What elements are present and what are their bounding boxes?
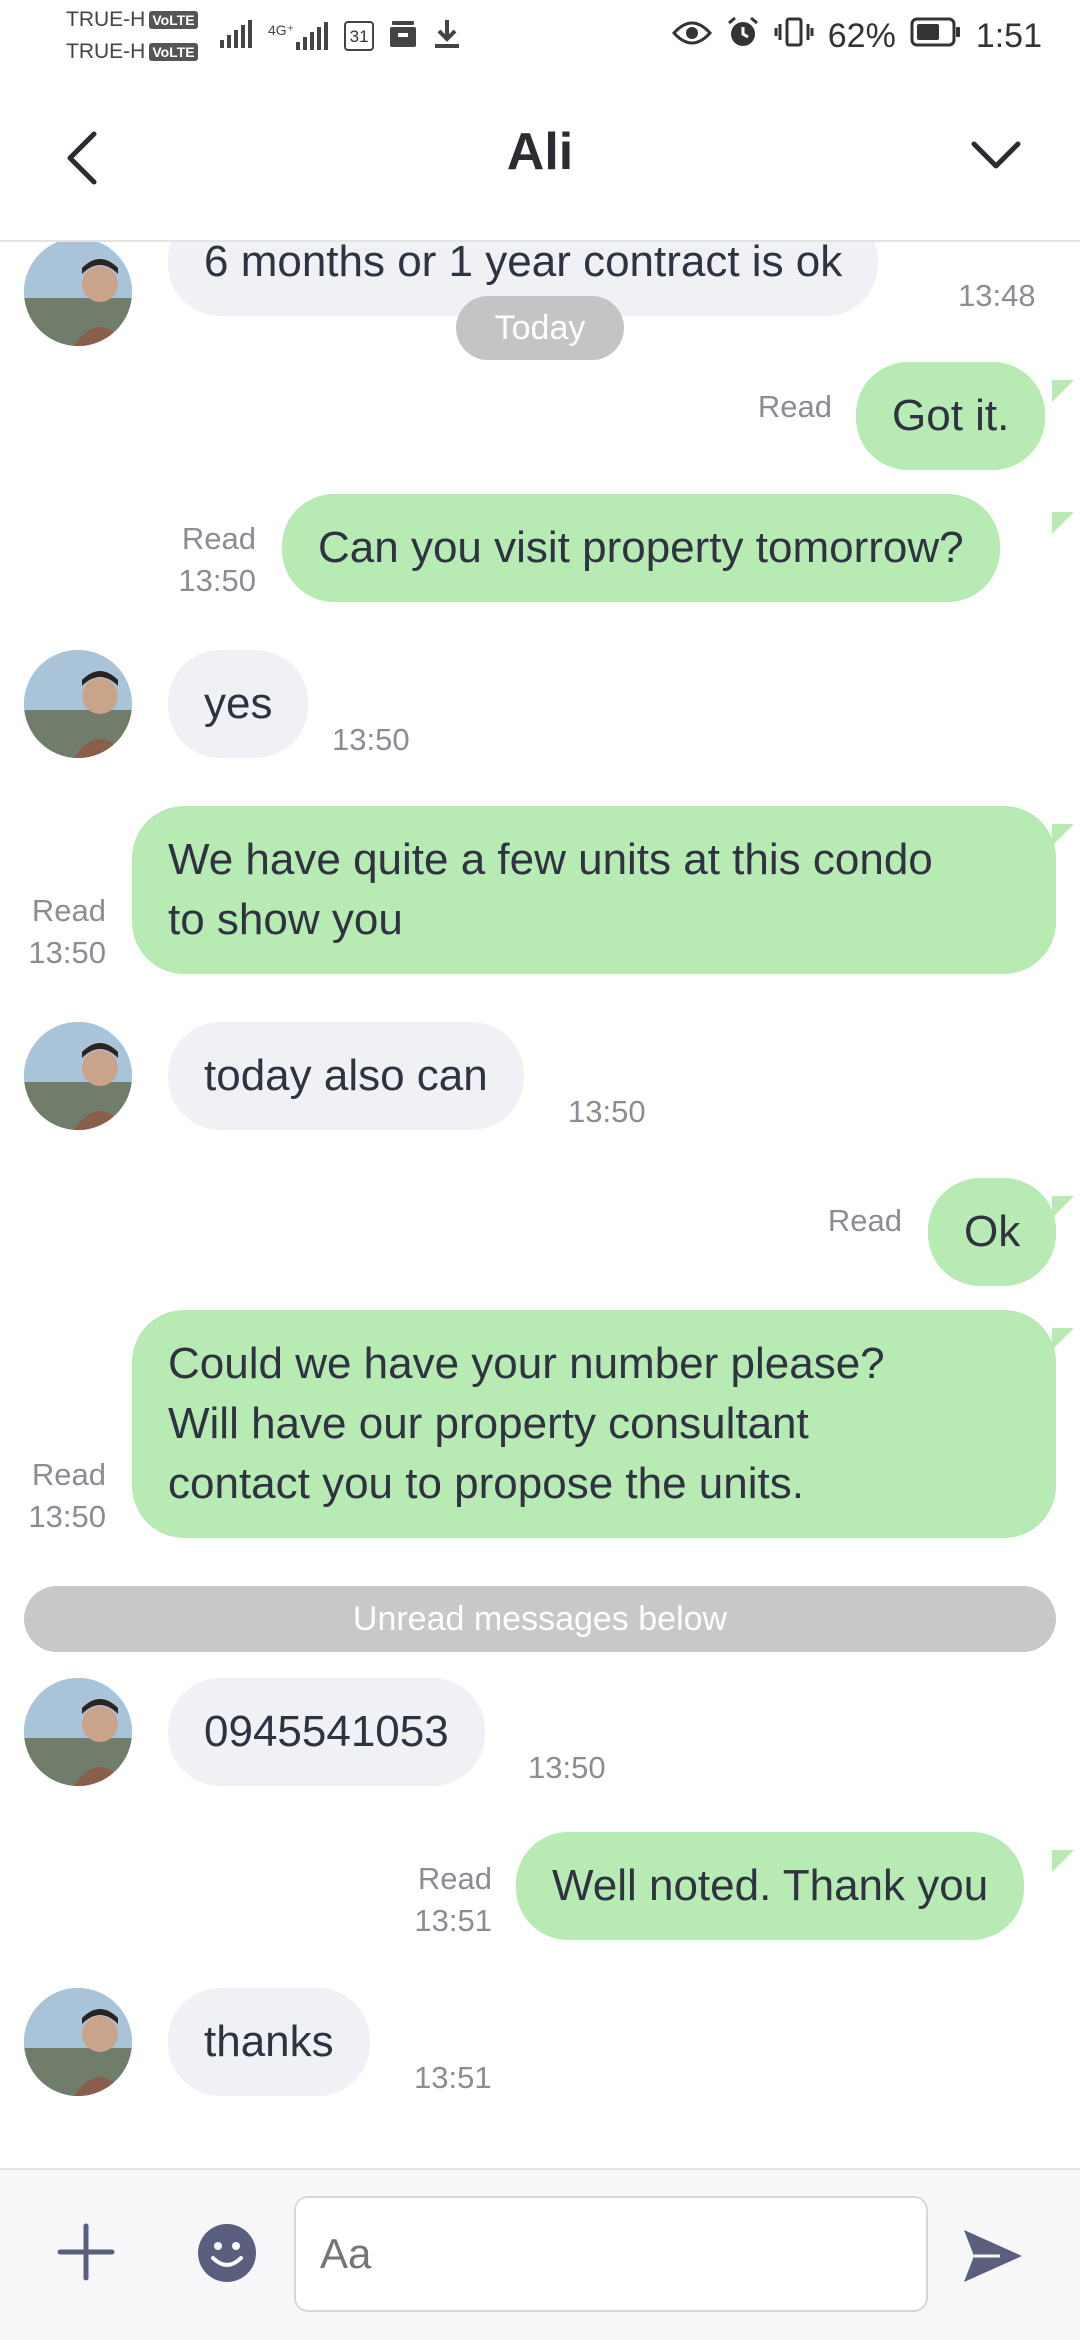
emoji-button[interactable] bbox=[196, 2222, 258, 2284]
chevron-down-icon bbox=[971, 141, 1021, 169]
avatar-photo bbox=[24, 650, 132, 758]
clock: 1:51 bbox=[975, 16, 1042, 55]
avatar-photo bbox=[24, 242, 132, 346]
read-receipt: Read 13:51 bbox=[414, 1861, 492, 1938]
alarm-icon bbox=[726, 15, 760, 58]
avatar[interactable] bbox=[24, 650, 132, 758]
status-icons-left: 4G⁺ 31 bbox=[220, 14, 462, 58]
send-icon bbox=[964, 2230, 1022, 2282]
avatar[interactable] bbox=[24, 1988, 132, 2096]
bubble-tail bbox=[1052, 1328, 1074, 1350]
collapse-button[interactable] bbox=[968, 134, 1024, 174]
network-4g-icon: 4G⁺ bbox=[268, 22, 330, 50]
read-receipt: Read 13:50 bbox=[178, 521, 256, 598]
signal-icon bbox=[220, 19, 254, 53]
message-time: 13:50 bbox=[332, 722, 410, 757]
eye-icon bbox=[671, 17, 712, 56]
emoji-icon bbox=[198, 2224, 256, 2282]
read-receipt: Read bbox=[757, 389, 832, 424]
message-input[interactable] bbox=[294, 2196, 928, 2312]
message-bubble-outgoing[interactable]: Can you visit property tomorrow? bbox=[282, 494, 1000, 602]
message-bubble-incoming[interactable]: thanks bbox=[168, 1988, 370, 2096]
message-bubble-outgoing[interactable]: Well noted. Thank you bbox=[516, 1832, 1025, 1940]
plus-icon bbox=[57, 2223, 115, 2281]
read-receipt: Read 13:50 bbox=[28, 1457, 106, 1534]
message-list[interactable]: 6 months or 1 year contract is ok 13:48 … bbox=[0, 242, 1080, 2166]
message-bubble-outgoing[interactable]: Could we have your number please? Will h… bbox=[132, 1310, 1056, 1538]
message-bubble-outgoing[interactable]: Got it. bbox=[856, 362, 1046, 470]
send-button[interactable] bbox=[960, 2226, 1024, 2286]
avatar-photo bbox=[24, 1022, 132, 1130]
contact-name[interactable]: Ali bbox=[0, 122, 1080, 182]
avatar[interactable] bbox=[24, 242, 132, 346]
composer-bar bbox=[0, 2168, 1080, 2340]
add-attachment-button[interactable] bbox=[56, 2222, 116, 2282]
message-time: 13:50 bbox=[568, 1094, 646, 1129]
date-separator: Today bbox=[456, 296, 624, 360]
download-icon bbox=[432, 18, 462, 55]
carrier-label-1: TRUE-H VoLTE bbox=[66, 8, 198, 32]
calendar-icon: 31 bbox=[344, 21, 375, 51]
battery-percent: 62% bbox=[827, 16, 896, 55]
inbox-icon bbox=[388, 19, 418, 54]
avatar-photo bbox=[24, 1678, 132, 1786]
read-receipt: Read 13:50 bbox=[28, 893, 106, 970]
message-time: 13:48 bbox=[958, 278, 1036, 313]
message-time: 13:51 bbox=[414, 2060, 492, 2095]
read-receipt: Read bbox=[827, 1203, 902, 1238]
vibrate-icon bbox=[774, 16, 814, 57]
avatar-photo bbox=[24, 1988, 132, 2096]
bubble-tail bbox=[1052, 1850, 1074, 1872]
message-bubble-incoming[interactable]: 0945541053 bbox=[168, 1678, 485, 1786]
message-time: 13:50 bbox=[528, 1750, 606, 1785]
message-bubble-incoming[interactable]: yes bbox=[168, 650, 309, 758]
bubble-tail bbox=[1052, 1196, 1074, 1218]
bubble-tail bbox=[1052, 824, 1074, 846]
message-bubble-outgoing[interactable]: Ok bbox=[928, 1178, 1057, 1286]
chat-header: Ali bbox=[0, 76, 1080, 242]
avatar[interactable] bbox=[24, 1022, 132, 1130]
status-icons-right: 62% 1:51 bbox=[671, 14, 1042, 58]
bubble-tail bbox=[1052, 512, 1074, 534]
carrier-label-2: TRUE-H VoLTE bbox=[66, 40, 198, 64]
message-bubble-outgoing[interactable]: We have quite a few units at this condo … bbox=[132, 806, 1056, 974]
chat-screen: TRUE-H VoLTE TRUE-H VoLTE 4G⁺ 31 62% 1:5… bbox=[0, 0, 1080, 2340]
bubble-tail bbox=[1052, 380, 1074, 402]
battery-icon bbox=[910, 17, 962, 56]
message-bubble-incoming[interactable]: today also can bbox=[168, 1022, 524, 1130]
status-bar: TRUE-H VoLTE TRUE-H VoLTE 4G⁺ 31 62% 1:5… bbox=[0, 0, 1080, 76]
avatar[interactable] bbox=[24, 1678, 132, 1786]
unread-separator: Unread messages below bbox=[24, 1586, 1056, 1652]
